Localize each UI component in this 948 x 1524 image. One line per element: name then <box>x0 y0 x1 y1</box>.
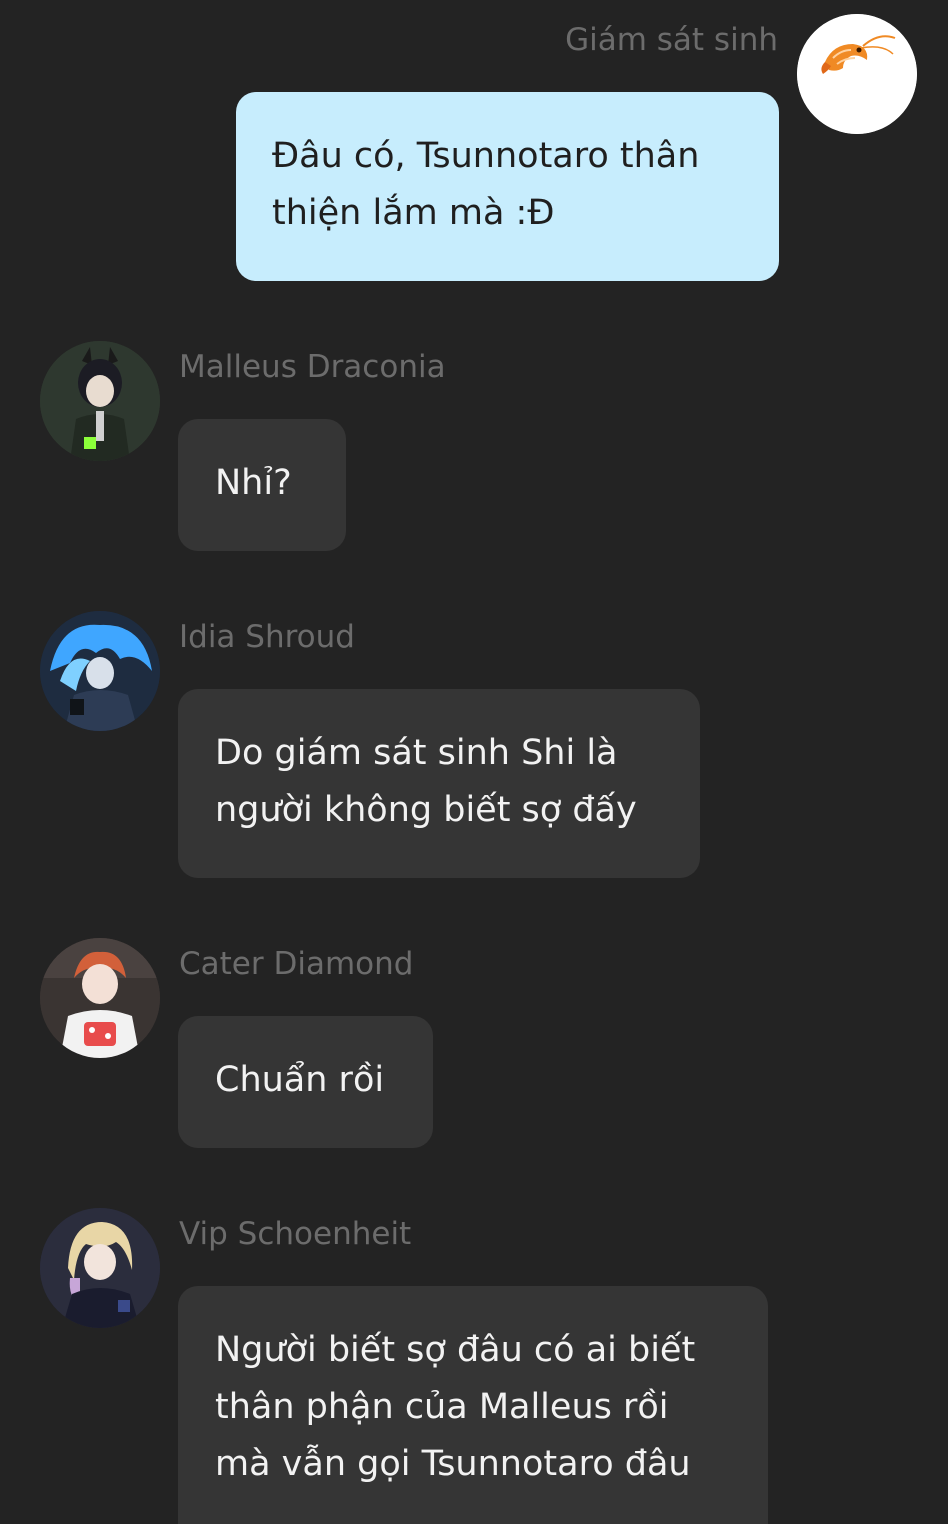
shrimp-icon[interactable] <box>797 14 917 134</box>
message-text-line: người không biết sợ đấy <box>215 790 637 830</box>
blonde-hair-character-avatar[interactable] <box>40 1208 160 1328</box>
message-text-line: Đâu có, Tsunnotaro thân <box>272 136 700 176</box>
message-text-line: mà vẫn gọi Tsunnotaro đâu <box>215 1444 691 1484</box>
sender-name: Idia Shroud <box>179 619 355 655</box>
message-text-line: Người biết sợ đâu có ai biết <box>215 1330 696 1370</box>
message-bubble[interactable]: Nhỉ? <box>178 419 346 551</box>
message-bubble[interactable]: Người biết sợ đâu có ai biết thân phận c… <box>178 1286 768 1524</box>
message-text-line: Chuẩn rồi <box>215 1060 385 1100</box>
sender-name: Malleus Draconia <box>179 349 446 385</box>
sender-name: Giám sát sinh <box>565 22 778 58</box>
message-text-line: Do giám sát sinh Shi là <box>215 733 618 773</box>
message-bubble[interactable]: Do giám sát sinh Shi là người không biết… <box>178 689 700 878</box>
sender-name: Cater Diamond <box>179 946 414 982</box>
message-text-line: thân phận của Malleus rồi <box>215 1387 669 1427</box>
message-bubble[interactable]: Đâu có, Tsunnotaro thân thiện lắm mà :Đ <box>236 92 779 281</box>
message-bubble[interactable]: Chuẩn rồi <box>178 1016 433 1148</box>
chat-screen: Giám sát sinh Đâu có, Tsunnotaro thân th… <box>0 0 948 1524</box>
horned-character-avatar[interactable] <box>40 341 160 461</box>
blue-flame-hair-character-avatar[interactable] <box>40 611 160 731</box>
message-text-line: Nhỉ? <box>215 463 292 503</box>
orange-hair-character-avatar[interactable] <box>40 938 160 1058</box>
sender-name: Vip Schoenheit <box>179 1216 412 1252</box>
message-text-line: thiện lắm mà :Đ <box>272 193 555 233</box>
